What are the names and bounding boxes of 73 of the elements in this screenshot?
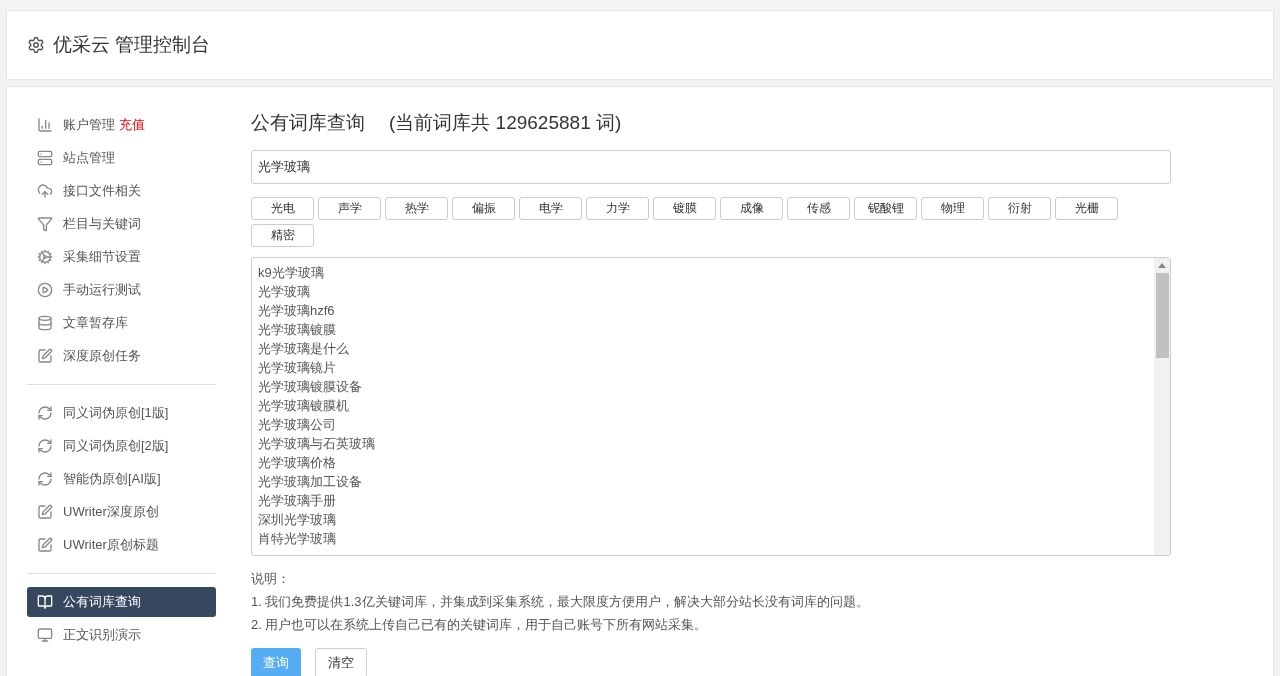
sidebar-item[interactable]: 采集细节设置 <box>27 242 216 272</box>
tag-button[interactable]: 光电 <box>251 196 314 220</box>
tag-button[interactable]: 铌酸锂 <box>854 196 917 220</box>
recharge-link[interactable]: 充值 <box>119 115 145 135</box>
tag-button[interactable]: 衍射 <box>988 196 1051 220</box>
console-title: 优采云 管理控制台 <box>53 32 211 57</box>
book-icon <box>37 594 53 610</box>
sidebar-item[interactable]: 手动运行测试 <box>27 275 216 305</box>
chart-icon <box>37 117 53 133</box>
tag-button[interactable]: 声学 <box>318 196 381 220</box>
result-keyword: 光学玻璃与石英玻璃 <box>258 434 376 453</box>
clear-button[interactable]: 清空 <box>315 647 367 676</box>
result-keyword: 肖特光学玻璃 <box>258 529 337 548</box>
result-keyword: k9光学玻璃 <box>258 263 325 282</box>
play-icon <box>37 282 53 298</box>
cloud-upload-icon <box>37 183 53 199</box>
notes-title: 说明： <box>251 569 291 588</box>
gears-icon <box>37 249 53 265</box>
refresh-icon <box>37 405 53 421</box>
sidebar-item[interactable]: UWriter原创标题 <box>27 530 216 560</box>
tag-button[interactable]: 传感 <box>787 196 850 220</box>
refresh-icon <box>37 438 53 454</box>
filter-icon <box>37 216 53 232</box>
note-text: 1. 我们免费提供1.3亿关键词库，并集成到采集系统，最大限度方便用户，解决大部分站长没有词库的问题。 <box>251 592 870 611</box>
edit-icon <box>37 537 53 553</box>
tag-button[interactable]: 镀膜 <box>653 196 716 220</box>
result-keyword: 光学玻璃镀膜设备 <box>258 377 363 396</box>
tag-button[interactable]: 精密 <box>251 223 314 247</box>
scrollbar[interactable] <box>1154 257 1170 555</box>
results-list[interactable]: k9光学玻璃 光学玻璃 光学玻璃hzf6 光学玻璃镀膜 光学玻璃是什么 光学玻璃镜片 光学玻璃镀膜设备 光学玻璃镀膜机 光学玻璃公司 光学玻璃与石英玻璃 光学玻璃价格 光学玻璃加工设备 光学玻璃手册 深圳光学玻璃 肖特光学玻璃 <box>251 256 1171 556</box>
word-count-note: (当前词库共 129625881 词) <box>389 111 622 135</box>
result-keyword: 光学玻璃加工设备 <box>258 472 363 491</box>
tag-button[interactable]: 光栅 <box>1055 196 1118 220</box>
sidebar-item[interactable]: 站点管理 <box>27 143 216 173</box>
tag-button[interactable]: 热学 <box>385 196 448 220</box>
result-keyword: 光学玻璃镀膜 <box>258 320 337 339</box>
server-icon <box>37 150 53 166</box>
edit-icon <box>37 348 53 364</box>
tag-button[interactable]: 偏振 <box>452 196 515 220</box>
settings-icon <box>27 36 45 54</box>
sidebar-item[interactable]: 智能伪原创[AI版] <box>27 464 216 494</box>
result-keyword: 光学玻璃是什么 <box>258 339 350 358</box>
result-keyword: 光学玻璃hzf6 <box>258 301 336 320</box>
tag-button[interactable]: 力学 <box>586 196 649 220</box>
tag-button[interactable]: 电学 <box>519 196 582 220</box>
sidebar-item[interactable]: UWriter深度原创 <box>27 497 216 527</box>
result-keyword: 光学玻璃公司 <box>258 415 337 434</box>
scroll-up-icon[interactable] <box>1158 262 1166 268</box>
scrollbar-thumb[interactable] <box>1155 272 1169 358</box>
sidebar-item[interactable]: 正文识别演示 <box>27 620 216 650</box>
result-keyword: 光学玻璃 <box>258 282 311 301</box>
result-keyword: 光学玻璃价格 <box>258 453 337 472</box>
sidebar-item[interactable]: 同义词伪原创[1版] <box>27 398 216 428</box>
sidebar-item[interactable]: 账户管理 充值 <box>27 110 216 140</box>
note-text: 2. 用户也可以在系统上传自己已有的关键词库，用于自己账号下所有网站采集。 <box>251 615 709 634</box>
sidebar-item[interactable]: 深度原创任务 <box>27 341 216 371</box>
sidebar-item[interactable]: 接口文件相关 <box>27 176 216 206</box>
result-keyword: 深圳光学玻璃 <box>258 510 337 529</box>
tag-button[interactable]: 成像 <box>720 196 783 220</box>
page-title: 公有词库查询 <box>251 111 365 135</box>
monitor-icon <box>37 627 53 643</box>
result-keyword: 光学玻璃镜片 <box>258 358 337 377</box>
database-icon <box>37 315 53 331</box>
keyword-input[interactable]: 光学玻璃 <box>251 149 1171 184</box>
sidebar-item[interactable]: 公有词库查询 <box>27 587 216 617</box>
edit-icon <box>37 504 53 520</box>
sidebar-item[interactable]: 同义词伪原创[2版] <box>27 431 216 461</box>
sidebar-item[interactable]: 文章暂存库 <box>27 308 216 338</box>
result-keyword: 光学玻璃手册 <box>258 491 337 510</box>
refresh-icon <box>37 471 53 487</box>
result-keyword: 光学玻璃镀膜机 <box>258 396 350 415</box>
tag-button[interactable]: 物理 <box>921 196 984 220</box>
sidebar-item[interactable]: 栏目与关键词 <box>27 209 216 239</box>
